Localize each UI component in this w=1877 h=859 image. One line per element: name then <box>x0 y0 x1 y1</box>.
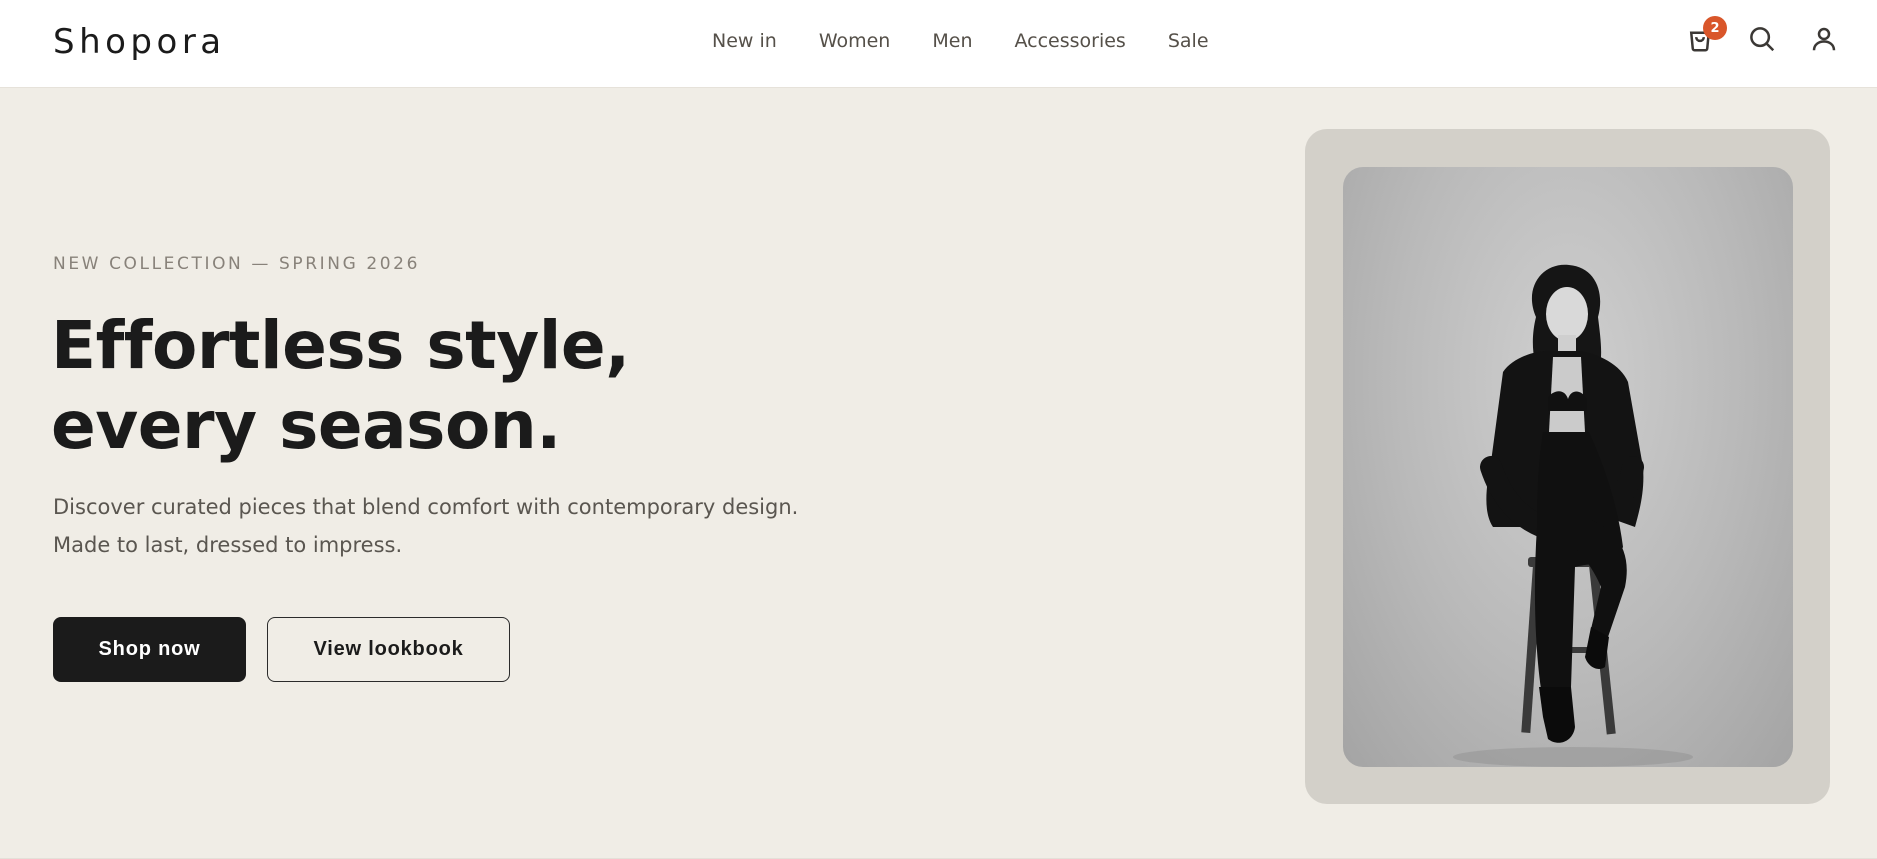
nav-sale[interactable]: Sale <box>1168 30 1209 52</box>
main-nav: New in Women Men Accessories Sale <box>712 30 1209 52</box>
nav-accessories[interactable]: Accessories <box>1014 30 1125 52</box>
headline-line-1: Effortless style, <box>51 307 630 384</box>
search-icon <box>1750 27 1775 52</box>
account-button[interactable] <box>1807 22 1841 56</box>
headline-line-2: every season. <box>51 387 561 464</box>
nav-men[interactable]: Men <box>932 30 972 52</box>
brand-logo[interactable]: Shopora <box>53 22 226 62</box>
hero-model-photo <box>1343 167 1793 767</box>
cart-button[interactable]: 2 <box>1683 16 1727 56</box>
site-header: Shopora New in Women Men Accessories Sal… <box>0 0 1877 88</box>
hero-description: Discover curated pieces that blend comfo… <box>53 488 953 564</box>
description-line-1: Discover curated pieces that blend comfo… <box>53 495 799 519</box>
cart-count-badge: 2 <box>1703 16 1727 40</box>
nav-women[interactable]: Women <box>819 30 891 52</box>
hero-eyebrow: NEW COLLECTION — SPRING 2026 <box>53 254 421 274</box>
header-actions: 2 <box>1683 16 1841 56</box>
search-button[interactable] <box>1745 22 1779 56</box>
nav-new-in[interactable]: New in <box>712 30 777 52</box>
view-lookbook-button[interactable]: View lookbook <box>267 617 510 682</box>
description-line-2: Made to last, dressed to impress. <box>53 533 403 557</box>
hero-headline: Effortless style, every season. <box>51 306 951 466</box>
hero-image-card <box>1305 129 1830 804</box>
model-illustration <box>1453 264 1693 767</box>
shop-now-button[interactable]: Shop now <box>53 617 246 682</box>
user-icon <box>1812 27 1836 51</box>
